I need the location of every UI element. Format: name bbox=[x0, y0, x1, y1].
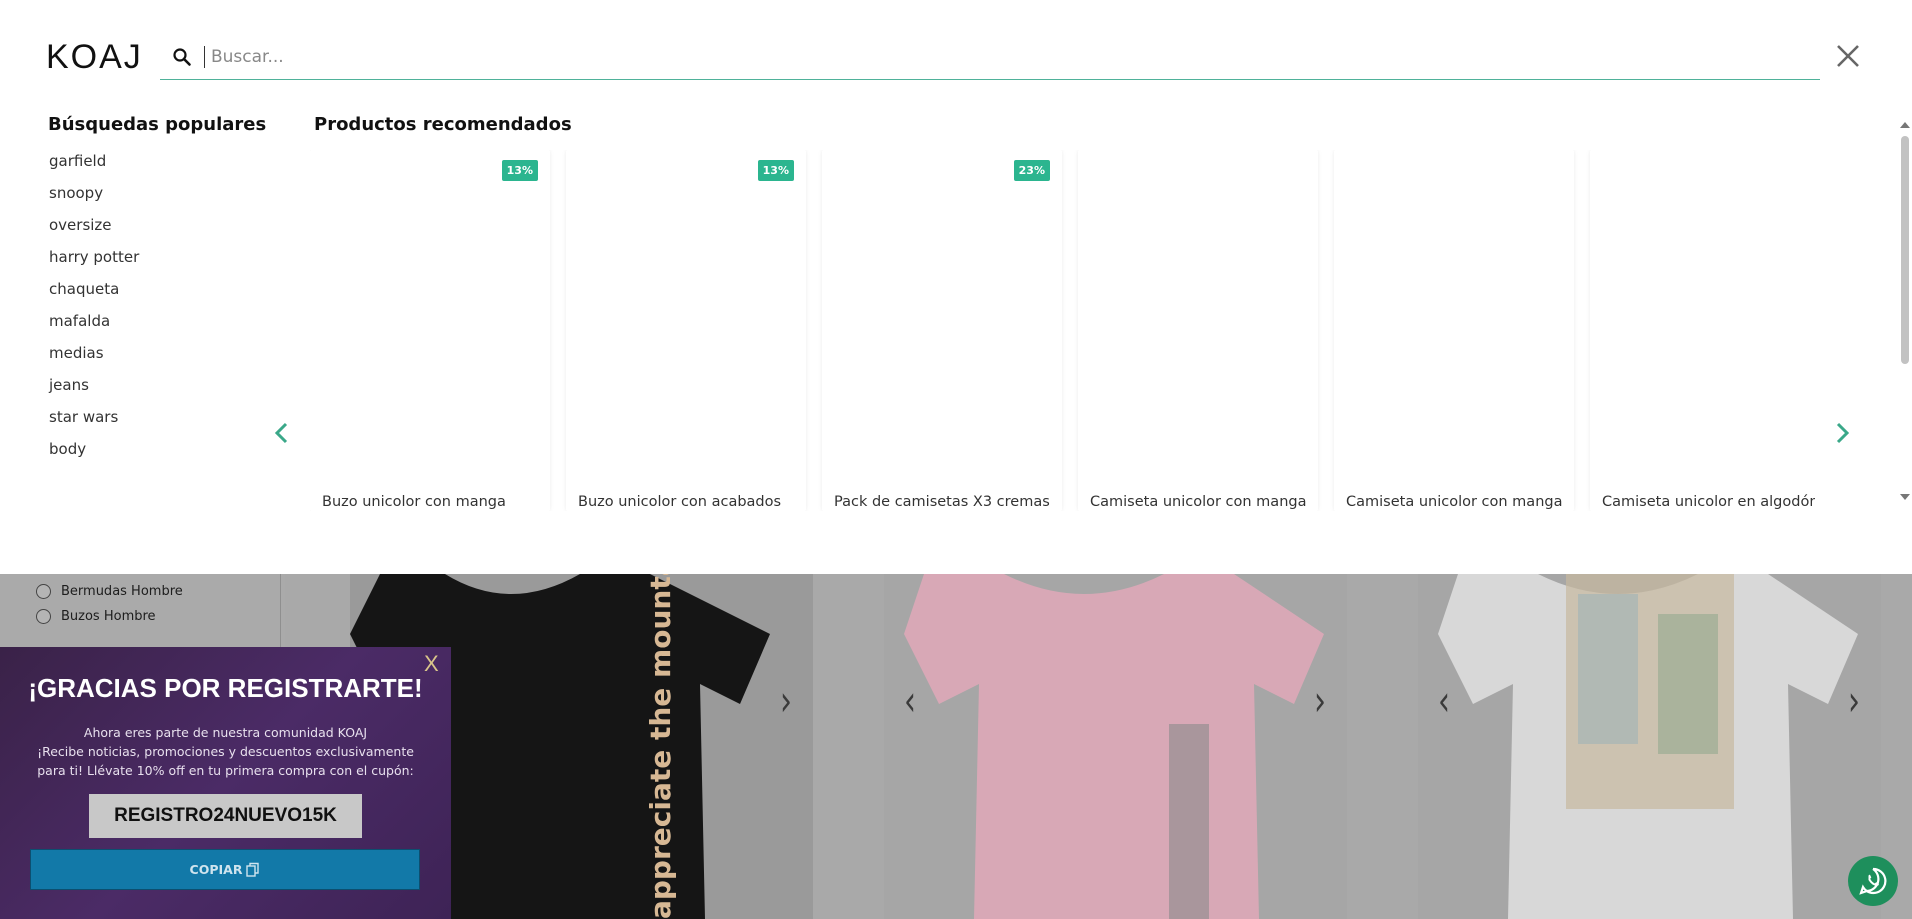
chevron-right-icon[interactable]: › bbox=[1314, 677, 1326, 726]
copy-coupon-button[interactable]: COPIAR bbox=[30, 849, 420, 890]
chevron-left-icon bbox=[274, 422, 288, 444]
radio-circle-icon bbox=[36, 609, 51, 624]
radio-circle-icon bbox=[36, 584, 51, 599]
whatsapp-icon bbox=[1859, 867, 1887, 895]
product-name: Camiseta unicolor con manga bbox=[1090, 494, 1307, 510]
carousel-next-button[interactable] bbox=[1830, 418, 1854, 448]
popup-message: Ahora eres parte de nuestra comunidad KO… bbox=[30, 723, 421, 780]
popular-search-jeans[interactable]: jeans bbox=[49, 376, 139, 408]
product-card[interactable]: 13% Buzo unicolor con manga bbox=[310, 150, 550, 511]
popular-search-snoopy[interactable]: snoopy bbox=[49, 184, 139, 216]
discount-badge: 23% bbox=[1013, 160, 1050, 181]
popular-search-garfield[interactable]: garfield bbox=[49, 152, 139, 184]
popular-search-medias[interactable]: medias bbox=[49, 344, 139, 376]
svg-text:appreciate the mountains.: appreciate the mountains. bbox=[644, 574, 677, 919]
filter-option-bermudas[interactable]: Bermudas Hombre bbox=[36, 584, 183, 599]
popular-search-star-wars[interactable]: star wars bbox=[49, 408, 139, 440]
popular-search-harry-potter[interactable]: harry potter bbox=[49, 248, 139, 280]
recommended-products-carousel: 13% Buzo unicolor con manga 13% Buzo uni… bbox=[310, 150, 1815, 511]
popup-message-line: Ahora eres parte de nuestra comunidad KO… bbox=[83, 725, 368, 740]
copy-button-label: COPIAR bbox=[189, 862, 243, 877]
search-bar bbox=[160, 34, 1820, 80]
chevron-right-icon bbox=[1836, 422, 1850, 444]
copy-icon bbox=[246, 862, 260, 877]
product-card[interactable]: Camiseta unicolor con manga bbox=[1334, 150, 1574, 511]
close-icon bbox=[1837, 45, 1859, 67]
popular-searches-title: Búsquedas populares bbox=[48, 114, 267, 135]
search-icon bbox=[160, 47, 204, 67]
discount-badge: 13% bbox=[757, 160, 794, 181]
registration-popup: X ¡GRACIAS POR REGISTRARTE! Ahora eres p… bbox=[0, 647, 451, 919]
product-name: Buzo unicolor con acabados bbox=[578, 494, 782, 510]
scroll-down-arrow-icon[interactable] bbox=[1900, 494, 1910, 500]
product-card[interactable]: Camiseta unicolor con manga bbox=[1078, 150, 1318, 511]
filter-option-buzos[interactable]: Buzos Hombre bbox=[36, 609, 156, 624]
chevron-right-icon[interactable]: › bbox=[780, 677, 792, 726]
product-name: Buzo unicolor con manga bbox=[322, 494, 506, 510]
popular-searches-list: garfield snoopy oversize harry potter ch… bbox=[49, 152, 139, 472]
search-overlay: KOAJ Búsquedas populares garfield snoopy… bbox=[0, 0, 1912, 574]
popular-search-oversize[interactable]: oversize bbox=[49, 216, 139, 248]
popup-message-line: ¡Recibe noticias, promociones y descuent… bbox=[37, 744, 414, 759]
recommended-products-title: Productos recomendados bbox=[314, 114, 572, 135]
scroll-up-arrow-icon[interactable] bbox=[1900, 122, 1910, 128]
product-card[interactable]: Camiseta unicolor en algodón bbox=[1590, 150, 1815, 511]
carousel-prev-button[interactable] bbox=[270, 418, 294, 448]
background-product-card[interactable]: ‹ › bbox=[1418, 574, 1881, 919]
pink-shirt-image bbox=[904, 574, 1324, 919]
filter-option-label: Bermudas Hombre bbox=[61, 584, 183, 599]
close-button[interactable] bbox=[1832, 40, 1864, 72]
product-card[interactable]: 13% Buzo unicolor con acabados bbox=[566, 150, 806, 511]
chevron-left-icon[interactable]: ‹ bbox=[904, 677, 916, 726]
popular-search-mafalda[interactable]: mafalda bbox=[49, 312, 139, 344]
filter-option-label: Buzos Hombre bbox=[61, 609, 156, 624]
chevron-right-icon[interactable]: › bbox=[1848, 677, 1860, 726]
coupon-code: REGISTRO24NUEVO15K bbox=[89, 794, 362, 838]
search-input[interactable] bbox=[204, 45, 1704, 68]
popup-title: ¡GRACIAS POR REGISTRARTE! bbox=[28, 673, 423, 703]
product-name: Camiseta unicolor en algodón bbox=[1602, 494, 1815, 510]
popular-search-chaqueta[interactable]: chaqueta bbox=[49, 280, 139, 312]
white-shirt-image bbox=[1438, 574, 1858, 919]
scrollbar-thumb[interactable] bbox=[1901, 136, 1909, 364]
popular-search-body[interactable]: body bbox=[49, 440, 139, 472]
product-card[interactable]: 23% Pack de camisetas X3 cremas bbox=[822, 150, 1062, 511]
koaj-logo[interactable]: KOAJ bbox=[46, 38, 143, 77]
discount-badge: 13% bbox=[501, 160, 538, 181]
background-product-card[interactable]: ‹ › bbox=[884, 574, 1347, 919]
product-name: Pack de camisetas X3 cremas bbox=[834, 494, 1050, 510]
chevron-left-icon[interactable]: ‹ bbox=[1438, 677, 1450, 726]
whatsapp-button[interactable] bbox=[1848, 856, 1898, 906]
product-name: Camiseta unicolor con manga bbox=[1346, 494, 1563, 510]
popup-message-line: para ti! Llévate 10% off en tu primera c… bbox=[37, 763, 414, 778]
